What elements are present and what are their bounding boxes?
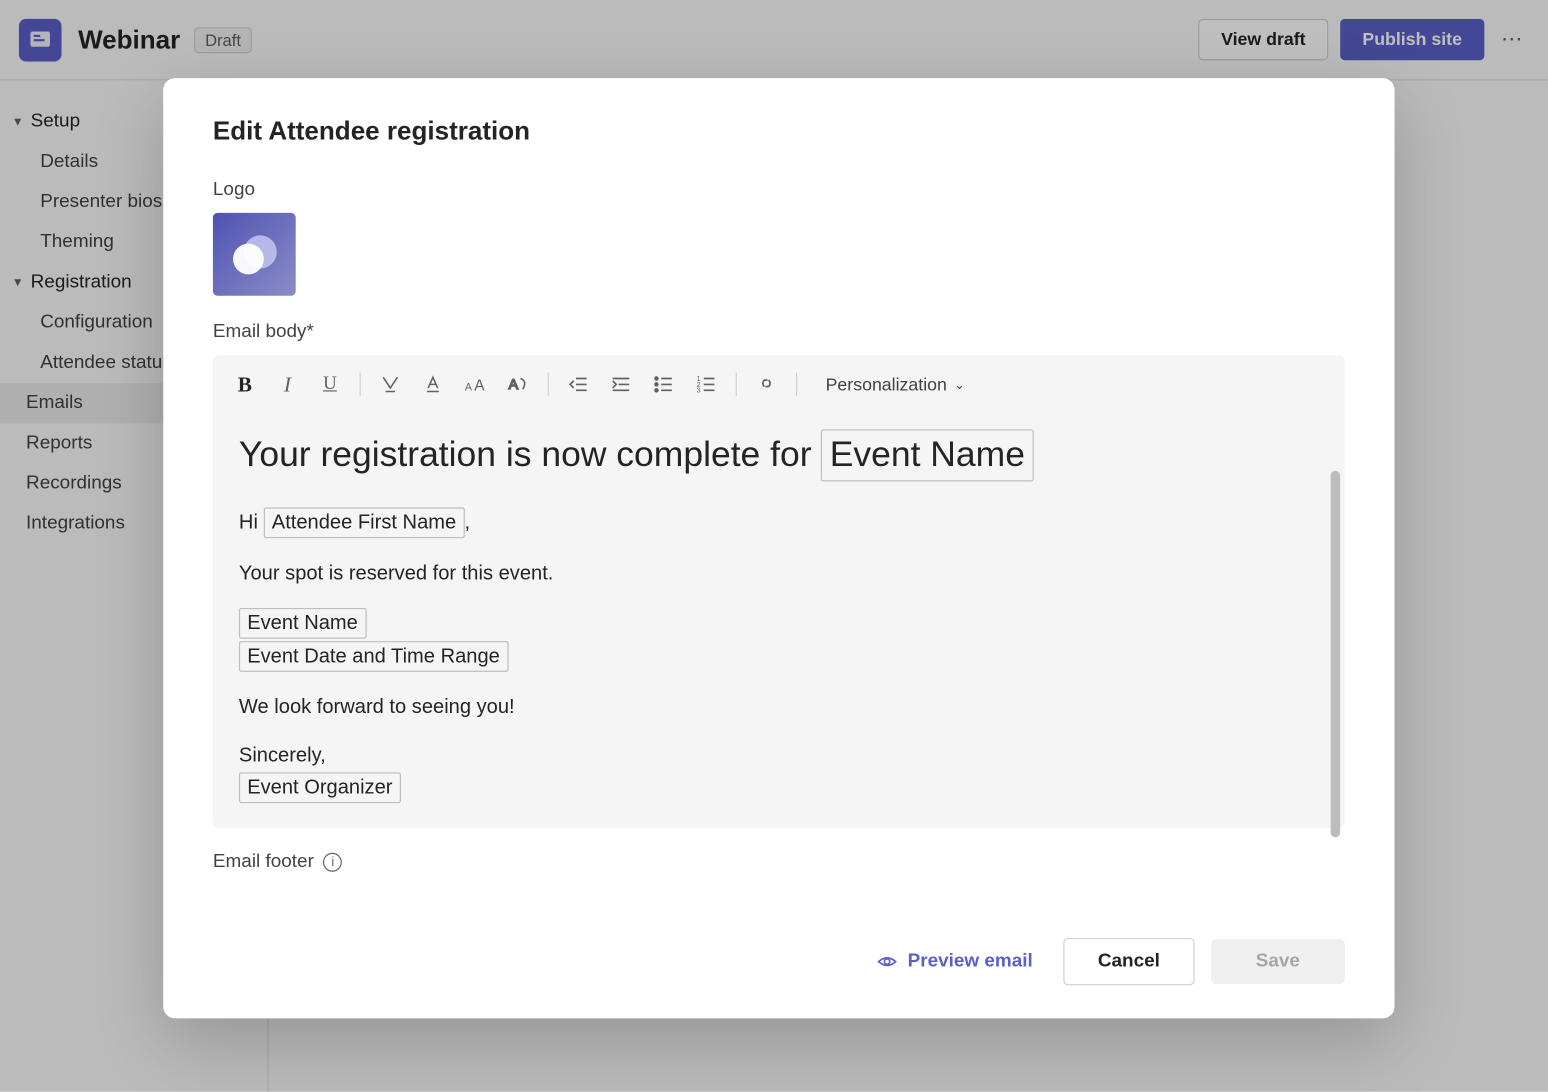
- underline-button[interactable]: U: [312, 367, 347, 402]
- token-event-name[interactable]: Event Name: [821, 429, 1033, 481]
- numbered-list-button[interactable]: 123: [688, 367, 723, 402]
- greeting-suffix: ,: [464, 511, 470, 533]
- italic-button[interactable]: I: [270, 367, 305, 402]
- logo-preview[interactable]: [213, 213, 296, 296]
- cancel-button[interactable]: Cancel: [1064, 938, 1195, 985]
- font-size-button[interactable]: AA: [458, 367, 493, 402]
- chevron-down-icon: ⌄: [954, 377, 965, 392]
- edit-attendee-registration-modal: Edit Attendee registration Logo Email bo…: [163, 78, 1394, 1018]
- email-line-reserved[interactable]: Your spot is reserved for this event.: [239, 558, 1319, 588]
- email-signoff[interactable]: Sincerely, Event Organizer: [239, 741, 1319, 804]
- svg-text:3: 3: [697, 387, 701, 395]
- token-attendee-first-name[interactable]: Attendee First Name: [264, 507, 465, 538]
- highlight-button[interactable]: [373, 367, 408, 402]
- logo-label: Logo: [213, 180, 1345, 201]
- email-body-label: Email body*: [213, 322, 1345, 343]
- clear-formatting-button[interactable]: A: [500, 367, 535, 402]
- personalization-dropdown[interactable]: Personalization ⌄: [816, 370, 974, 400]
- svg-text:A: A: [465, 381, 473, 393]
- bullet-list-button[interactable]: [646, 367, 681, 402]
- modal-title: Edit Attendee registration: [213, 116, 1345, 147]
- signoff-text: Sincerely,: [239, 744, 326, 766]
- toolbar-separator: [360, 373, 361, 397]
- toolbar-separator: [796, 373, 797, 397]
- outdent-button[interactable]: [561, 367, 596, 402]
- svg-text:A: A: [509, 377, 519, 393]
- link-button[interactable]: [749, 367, 784, 402]
- info-icon[interactable]: i: [323, 852, 342, 871]
- editor-scrollbar[interactable]: [1331, 471, 1340, 838]
- email-headline[interactable]: Your registration is now complete for Ev…: [239, 428, 1319, 482]
- toolbar-separator: [548, 373, 549, 397]
- preview-email-button[interactable]: Preview email: [877, 951, 1033, 972]
- font-color-button[interactable]: [415, 367, 450, 402]
- preview-email-label: Preview email: [908, 951, 1033, 972]
- token-event-organizer[interactable]: Event Organizer: [239, 772, 401, 803]
- modal-footer: Preview email Cancel Save: [213, 914, 1345, 985]
- personalization-label: Personalization: [826, 374, 947, 394]
- email-look-forward[interactable]: We look forward to seeing you!: [239, 692, 1319, 722]
- toolbar-separator: [736, 373, 737, 397]
- token-event-name[interactable]: Event Name: [239, 608, 366, 639]
- token-event-datetime[interactable]: Event Date and Time Range: [239, 641, 508, 672]
- indent-button[interactable]: [603, 367, 638, 402]
- save-button[interactable]: Save: [1211, 939, 1345, 984]
- headline-text: Your registration is now complete for: [239, 435, 821, 474]
- svg-text:A: A: [474, 377, 485, 394]
- email-footer-label: Email footer: [213, 851, 314, 872]
- email-event-block[interactable]: Event Name Event Date and Time Range: [239, 607, 1319, 673]
- bold-button[interactable]: B: [227, 367, 262, 402]
- email-body-editor[interactable]: Your registration is now complete for Ev…: [213, 414, 1345, 828]
- editor-toolbar: B I U AA A: [213, 355, 1345, 414]
- email-greeting[interactable]: Hi Attendee First Name,: [239, 506, 1319, 539]
- greeting-prefix: Hi: [239, 511, 264, 533]
